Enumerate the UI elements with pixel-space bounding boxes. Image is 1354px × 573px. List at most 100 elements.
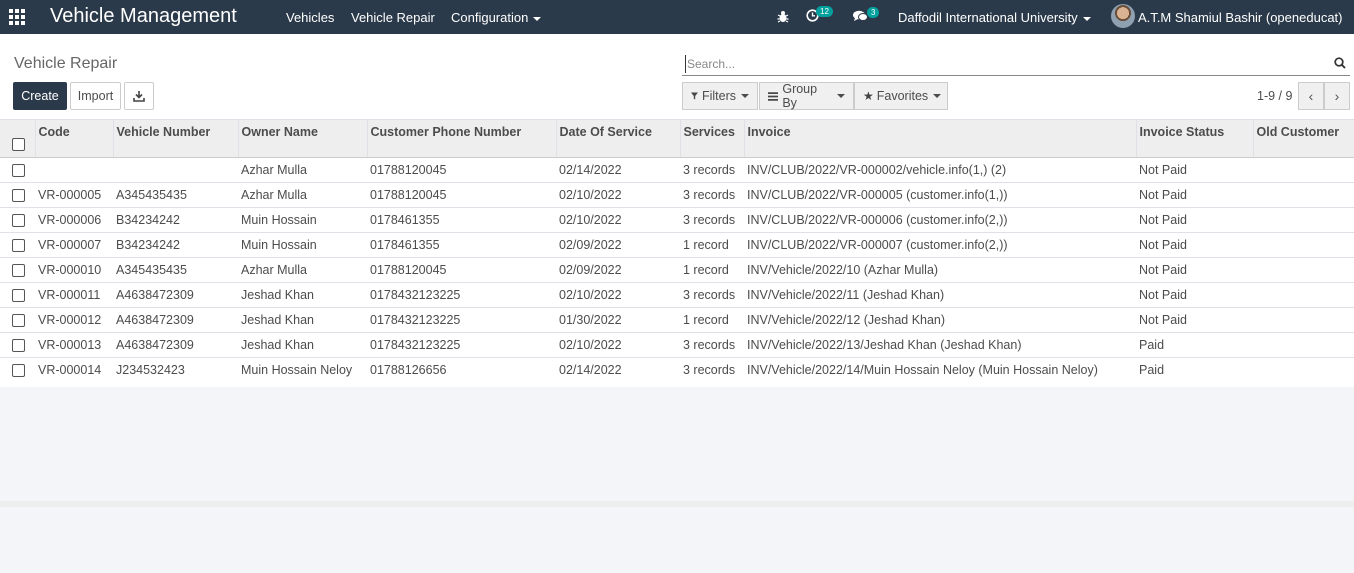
- table-cell[interactable]: VR-000013: [35, 331, 113, 357]
- table-cell[interactable]: 0178461355: [367, 231, 556, 257]
- table-cell[interactable]: 3 records: [680, 356, 744, 382]
- table-cell[interactable]: INV/CLUB/2022/VR-000002/vehicle.info(1,)…: [744, 156, 1136, 182]
- table-cell[interactable]: 1 record: [680, 306, 744, 332]
- table-cell[interactable]: Azhar Mulla: [238, 156, 367, 182]
- search-icon[interactable]: [1334, 57, 1346, 69]
- table-cell[interactable]: VR-000007: [35, 231, 113, 257]
- table-cell[interactable]: Paid: [1136, 356, 1253, 382]
- bug-icon[interactable]: [777, 10, 789, 26]
- table-row[interactable]: VR-000010 A345435435 Azhar Mulla 0178812004…: [0, 256, 1354, 282]
- table-cell[interactable]: Muin Hossain Neloy: [238, 356, 367, 382]
- table-cell[interactable]: 02/09/2022: [556, 256, 680, 282]
- select-all-checkbox[interactable]: [12, 138, 25, 152]
- column-header[interactable]: Owner Name: [237, 120, 367, 158]
- menu-configuration[interactable]: Configuration: [451, 10, 542, 25]
- table-cell[interactable]: 01788126656: [367, 356, 556, 382]
- table-cell[interactable]: A345435435: [113, 256, 238, 282]
- company-switcher[interactable]: Daffodil International University: [898, 10, 1091, 25]
- table-cell[interactable]: VR-000012: [35, 306, 113, 332]
- table-row[interactable]: VR-000005 A345435435 Azhar Mulla 0178812004…: [0, 181, 1354, 207]
- table-cell[interactable]: [1253, 231, 1354, 257]
- column-header[interactable]: Services: [679, 120, 744, 158]
- table-cell[interactable]: 02/14/2022: [556, 156, 680, 182]
- table-cell[interactable]: 3 records: [680, 281, 744, 307]
- row-checkbox[interactable]: [12, 188, 25, 202]
- row-checkbox[interactable]: [12, 338, 25, 352]
- table-cell[interactable]: Azhar Mulla: [238, 181, 367, 207]
- table-cell[interactable]: 01788120045: [367, 156, 556, 182]
- table-cell[interactable]: A4638472309: [113, 331, 238, 357]
- table-cell[interactable]: 0178461355: [367, 206, 556, 232]
- messages-chat-icon[interactable]: 3: [853, 7, 880, 25]
- row-checkbox[interactable]: [12, 288, 25, 302]
- table-cell[interactable]: 01788120045: [367, 256, 556, 282]
- row-checkbox[interactable]: [12, 363, 25, 377]
- import-button[interactable]: Import: [70, 82, 121, 110]
- table-cell[interactable]: [1253, 156, 1354, 182]
- activity-clock-icon[interactable]: 12: [806, 6, 833, 25]
- table-cell[interactable]: 01/30/2022: [556, 306, 680, 332]
- table-cell[interactable]: Azhar Mulla: [238, 256, 367, 282]
- table-cell[interactable]: 0178432123225: [367, 281, 556, 307]
- table-cell[interactable]: INV/Vehicle/2022/12 (Jeshad Khan): [744, 306, 1136, 332]
- row-checkbox[interactable]: [12, 313, 25, 327]
- table-row[interactable]: VR-000007 B34234242 Muin Hossain 0178461355…: [0, 231, 1354, 257]
- filters-button[interactable]: Filters: [682, 82, 758, 110]
- table-cell[interactable]: 02/10/2022: [556, 281, 680, 307]
- table-cell[interactable]: B34234242: [113, 231, 238, 257]
- table-cell[interactable]: Jeshad Khan: [238, 306, 367, 332]
- column-header[interactable]: Old Customer: [1252, 120, 1354, 158]
- table-cell[interactable]: Not Paid: [1136, 156, 1253, 182]
- table-cell[interactable]: [1253, 331, 1354, 357]
- table-cell[interactable]: [1253, 206, 1354, 232]
- table-cell[interactable]: B34234242: [113, 206, 238, 232]
- row-checkbox[interactable]: [12, 238, 25, 252]
- table-cell[interactable]: 3 records: [680, 156, 744, 182]
- table-cell[interactable]: VR-000014: [35, 356, 113, 382]
- apps-menu-icon[interactable]: [9, 9, 26, 25]
- table-cell[interactable]: INV/CLUB/2022/VR-000005 (customer.info(1…: [744, 181, 1136, 207]
- table-cell[interactable]: 02/09/2022: [556, 231, 680, 257]
- table-cell[interactable]: A4638472309: [113, 281, 238, 307]
- table-cell[interactable]: Not Paid: [1136, 181, 1253, 207]
- row-checkbox[interactable]: [12, 213, 25, 227]
- table-cell[interactable]: 1 record: [680, 256, 744, 282]
- table-cell[interactable]: 02/10/2022: [556, 181, 680, 207]
- table-row[interactable]: VR-000014 J234532423 Muin Hossain Neloy 017…: [0, 356, 1354, 382]
- table-cell[interactable]: 01788120045: [367, 181, 556, 207]
- table-cell[interactable]: INV/Vehicle/2022/10 (Azhar Mulla): [744, 256, 1136, 282]
- table-cell[interactable]: A4638472309: [113, 306, 238, 332]
- table-cell[interactable]: Not Paid: [1136, 256, 1253, 282]
- column-header[interactable]: Date Of Service: [555, 120, 680, 158]
- table-cell[interactable]: 3 records: [680, 331, 744, 357]
- table-cell[interactable]: VR-000006: [35, 206, 113, 232]
- menu-vehicles[interactable]: Vehicles: [286, 10, 334, 25]
- table-cell[interactable]: INV/CLUB/2022/VR-000006 (customer.info(2…: [744, 206, 1136, 232]
- table-cell[interactable]: [35, 156, 113, 182]
- table-cell[interactable]: VR-000005: [35, 181, 113, 207]
- table-cell[interactable]: 1 record: [680, 231, 744, 257]
- table-row[interactable]: VR-000011 A4638472309 Jeshad Khan 017843212…: [0, 281, 1354, 307]
- table-cell[interactable]: Not Paid: [1136, 231, 1253, 257]
- table-cell[interactable]: 02/10/2022: [556, 331, 680, 357]
- table-cell[interactable]: A345435435: [113, 181, 238, 207]
- create-button[interactable]: Create: [13, 82, 67, 110]
- table-cell[interactable]: J234532423: [113, 356, 238, 382]
- menu-vehicle-repair[interactable]: Vehicle Repair: [351, 10, 435, 25]
- pager-next-button[interactable]: ›: [1324, 82, 1350, 110]
- table-row[interactable]: Azhar Mulla 01788120045 02/14/2022 3 record…: [0, 156, 1354, 182]
- table-cell[interactable]: 02/14/2022: [556, 356, 680, 382]
- column-header[interactable]: Vehicle Number: [112, 120, 238, 158]
- row-checkbox[interactable]: [12, 263, 25, 277]
- column-header[interactable]: Customer Phone Number: [366, 120, 556, 158]
- table-cell[interactable]: 3 records: [680, 181, 744, 207]
- table-cell[interactable]: [1253, 181, 1354, 207]
- group-by-button[interactable]: Group By: [759, 82, 854, 110]
- pager-value[interactable]: 1-9 / 9: [1257, 89, 1292, 103]
- table-cell[interactable]: [1253, 356, 1354, 382]
- table-cell[interactable]: 02/10/2022: [556, 206, 680, 232]
- table-cell[interactable]: Not Paid: [1136, 206, 1253, 232]
- table-cell[interactable]: Muin Hossain: [238, 206, 367, 232]
- table-cell[interactable]: Jeshad Khan: [238, 281, 367, 307]
- table-cell[interactable]: Not Paid: [1136, 281, 1253, 307]
